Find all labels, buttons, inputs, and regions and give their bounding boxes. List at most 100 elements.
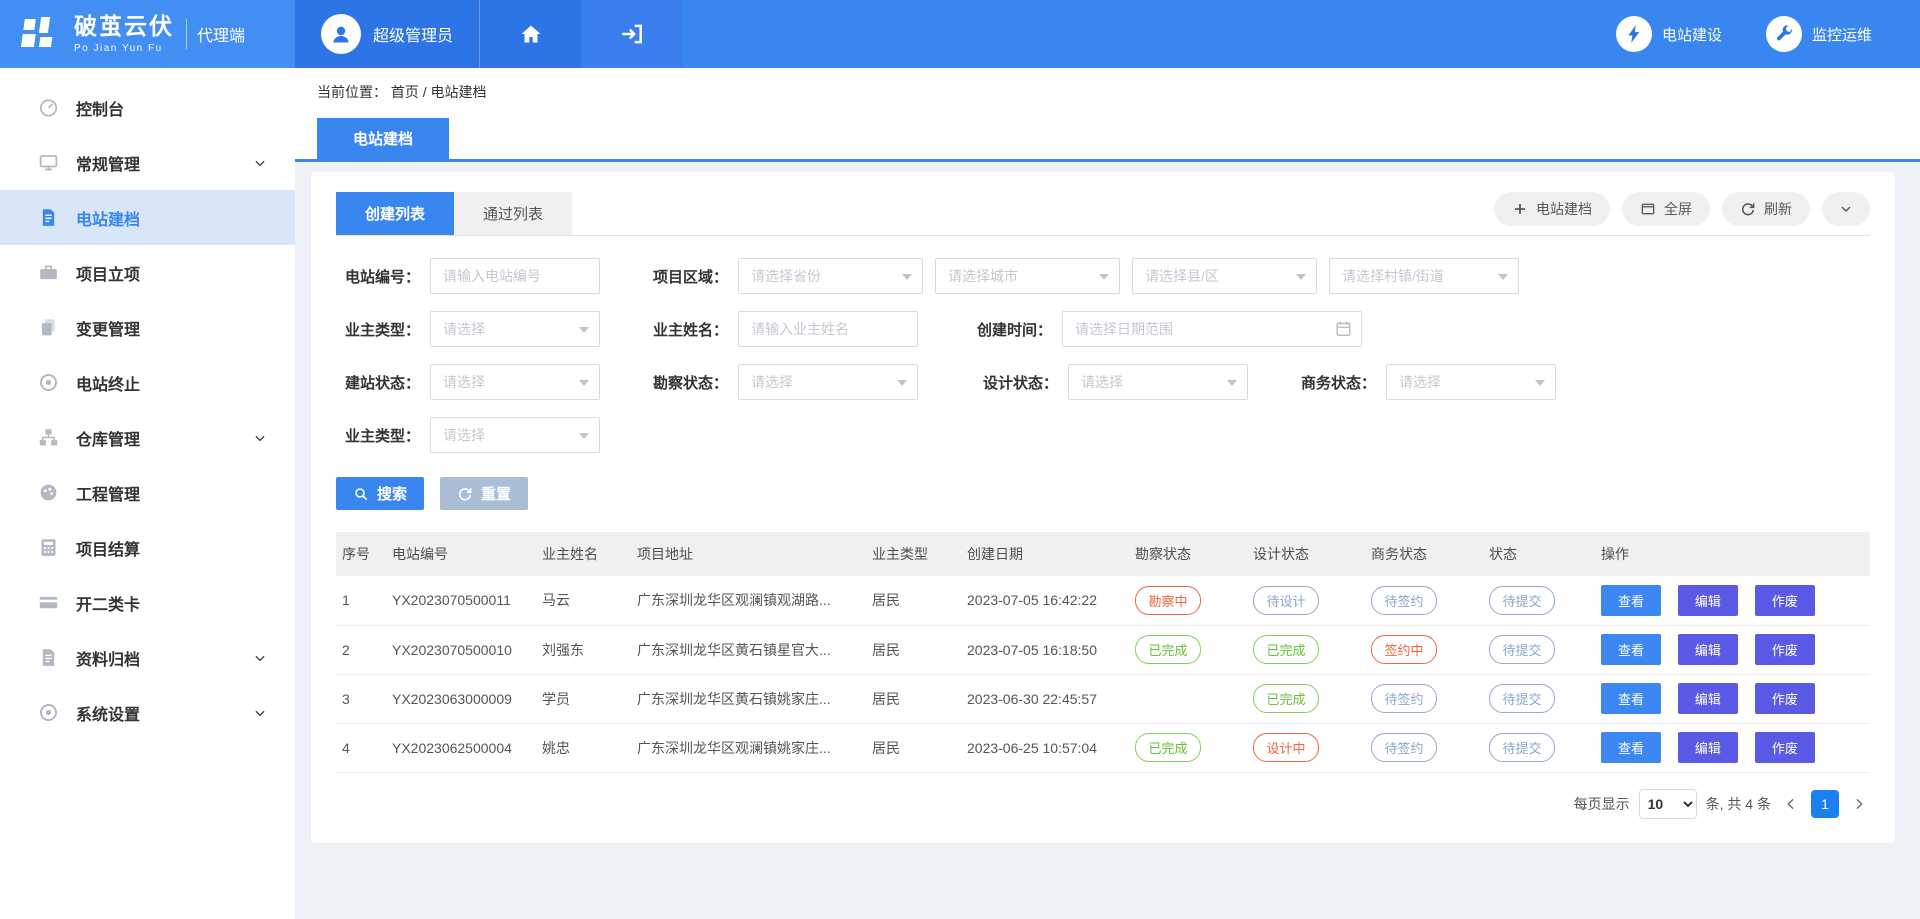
caret-down-icon — [1535, 380, 1545, 386]
owner-name-input[interactable] — [738, 311, 918, 347]
tab-passed-list[interactable]: 通过列表 — [454, 192, 572, 235]
tab-station-archive[interactable]: 电站建档 — [317, 118, 449, 159]
sidebar-item-warehouse-mgmt[interactable]: 仓库管理 — [0, 410, 295, 465]
station-table: 序号 电站编号 业主姓名 项目地址 业主类型 创建日期 勘察状态 设计状态 商务… — [336, 532, 1870, 773]
owner-type2-select[interactable]: 请选择 — [430, 417, 600, 453]
region-label: 项目区域： — [644, 266, 728, 287]
owner-type-select[interactable]: 请选择 — [430, 311, 600, 347]
caret-down-icon — [579, 433, 589, 439]
chevron-down-icon — [253, 651, 267, 665]
design-status-badge: 设计中 — [1253, 733, 1319, 762]
sidebar-item-change-mgmt[interactable]: 变更管理 — [0, 300, 295, 355]
design-status-select[interactable]: 请选择 — [1068, 364, 1248, 400]
user-name: 超级管理员 — [373, 22, 453, 46]
caret-down-icon — [1099, 274, 1109, 280]
chevron-down-icon — [253, 431, 267, 445]
edit-button[interactable]: 编辑 — [1678, 683, 1738, 714]
view-button[interactable]: 查看 — [1601, 683, 1661, 714]
prev-page-button[interactable] — [1780, 793, 1802, 815]
province-select[interactable]: 请选择省份 — [738, 258, 923, 294]
view-button[interactable]: 查看 — [1601, 585, 1661, 616]
status-badge: 待提交 — [1489, 635, 1555, 664]
briefcase-icon — [38, 262, 59, 283]
business-status-badge: 待签约 — [1371, 586, 1437, 615]
business-status-select[interactable]: 请选择 — [1386, 364, 1556, 400]
reset-button[interactable]: 重置 — [440, 477, 528, 510]
edit-button[interactable]: 编辑 — [1678, 585, 1738, 616]
station-no-label: 电站编号： — [336, 266, 420, 287]
sidebar-item-project-settlement[interactable]: 项目结算 — [0, 520, 295, 575]
user-menu[interactable]: 超级管理员 — [295, 0, 479, 68]
create-time-label: 创建时间： — [968, 319, 1052, 340]
invalidate-button[interactable]: 作废 — [1755, 634, 1815, 665]
invalidate-button[interactable]: 作废 — [1755, 732, 1815, 763]
survey-status-badge: 勘察中 — [1135, 586, 1201, 615]
filter-form: 电站编号： 项目区域： 请选择省份 请选择城市 请选择县/区 请选择村镇/街道 — [336, 236, 1870, 510]
nav-station-build[interactable]: 电站建设 — [1616, 16, 1722, 52]
survey-status-select[interactable]: 请选择 — [738, 364, 918, 400]
gauge-icon — [38, 97, 59, 118]
station-no-input[interactable] — [430, 258, 600, 294]
logout-button[interactable] — [581, 0, 683, 68]
edit-button[interactable]: 编辑 — [1678, 634, 1738, 665]
sidebar-item-station-termination[interactable]: 电站终止 — [0, 355, 295, 410]
sidebar-item-general-mgmt[interactable]: 常规管理 — [0, 135, 295, 190]
design-status-badge: 待设计 — [1253, 586, 1319, 615]
per-page-label: 每页显示 — [1574, 794, 1630, 814]
status-badge: 待提交 — [1489, 684, 1555, 713]
top-header: 破茧云伏 Po Jian Yun Fu 代理端 超级管理员 — [0, 0, 1920, 68]
sidebar-item-station-archive[interactable]: 电站建档 — [0, 190, 295, 245]
city-select[interactable]: 请选择城市 — [935, 258, 1120, 294]
caret-down-icon — [579, 327, 589, 333]
sidebar-item-class2-card[interactable]: 开二类卡 — [0, 575, 295, 630]
pagination: 每页显示 10 条, 共 4 条 1 — [336, 789, 1870, 819]
tab-create-list[interactable]: 创建列表 — [336, 192, 454, 235]
add-station-button[interactable]: 电站建档 — [1494, 192, 1610, 226]
build-status-select[interactable]: 请选择 — [430, 364, 600, 400]
header-right-nav: 电站建设 监控运维 — [1616, 0, 1920, 68]
sidebar-item-engineering-mgmt[interactable]: 工程管理 — [0, 465, 295, 520]
design-status-label: 设计状态： — [974, 372, 1058, 393]
owner-name-label: 业主姓名： — [644, 319, 728, 340]
nav-monitor-ops[interactable]: 监控运维 — [1766, 16, 1872, 52]
survey-status-badge: 已完成 — [1135, 733, 1201, 762]
settings-icon — [38, 702, 59, 723]
sidebar-item-project-initiation[interactable]: 项目立项 — [0, 245, 295, 300]
fullscreen-button[interactable]: 全屏 — [1622, 192, 1710, 226]
page-number-button[interactable]: 1 — [1811, 790, 1839, 818]
brand-logo[interactable]: 破茧云伏 Po Jian Yun Fu 代理端 — [0, 0, 295, 68]
owner-type2-label: 业主类型： — [336, 425, 420, 446]
person-icon — [329, 22, 353, 46]
search-button[interactable]: 搜索 — [336, 477, 424, 510]
sidebar: 控制台 常规管理 电站建档 项目立项 变更管理 电站终止 仓库管理 — [0, 68, 295, 919]
invalidate-button[interactable]: 作废 — [1755, 585, 1815, 616]
sidebar-item-console[interactable]: 控制台 — [0, 80, 295, 135]
sidebar-item-data-archive[interactable]: 资料归档 — [0, 630, 295, 685]
invalidate-button[interactable]: 作废 — [1755, 683, 1815, 714]
per-page-select[interactable]: 10 — [1639, 789, 1697, 819]
view-button[interactable]: 查看 — [1601, 732, 1661, 763]
create-time-range-input[interactable] — [1062, 311, 1362, 347]
breadcrumb-path: 首页 / 电站建档 — [391, 84, 487, 100]
brand-divider — [186, 19, 187, 49]
card-toolbar: 电站建档 全屏 刷新 — [1494, 192, 1870, 235]
plus-icon — [1512, 201, 1528, 217]
monitor-icon — [38, 152, 59, 173]
town-select[interactable]: 请选择村镇/街道 — [1329, 258, 1519, 294]
portal-label: 代理端 — [197, 22, 245, 46]
refresh-button[interactable]: 刷新 — [1722, 192, 1810, 226]
next-page-button[interactable] — [1848, 793, 1870, 815]
district-select[interactable]: 请选择县/区 — [1132, 258, 1317, 294]
total-count-label: 条, 共 4 条 — [1706, 794, 1771, 814]
collapse-toolbar-button[interactable] — [1822, 192, 1870, 226]
view-button[interactable]: 查看 — [1601, 634, 1661, 665]
design-status-badge: 已完成 — [1253, 684, 1319, 713]
sidebar-item-system-settings[interactable]: 系统设置 — [0, 685, 295, 740]
chevron-right-icon — [1851, 796, 1867, 812]
brand-name: 破茧云伏 — [74, 14, 174, 39]
card-icon — [38, 592, 59, 613]
edit-button[interactable]: 编辑 — [1678, 732, 1738, 763]
home-button[interactable] — [479, 0, 581, 68]
caret-down-icon — [1498, 274, 1508, 280]
owner-type-label: 业主类型： — [336, 319, 420, 340]
